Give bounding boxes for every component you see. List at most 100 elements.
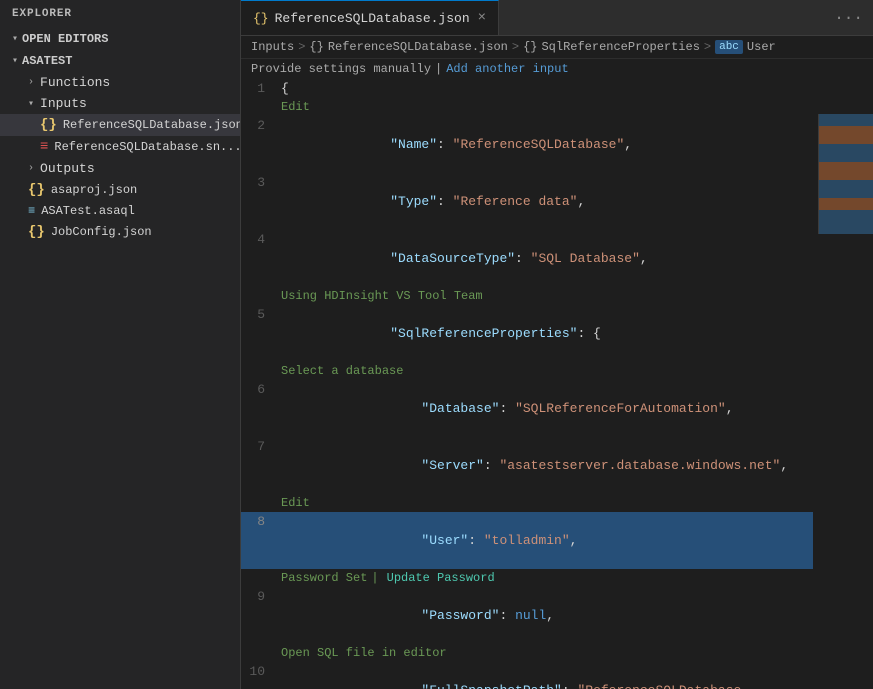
- tab-more-button[interactable]: ···: [824, 9, 873, 27]
- line-num-4: 4: [241, 230, 281, 249]
- sidebar-item-refsqldb-snap[interactable]: ≡ ReferenceSQLDatabase.sn...: [0, 136, 240, 158]
- tab-icon: {}: [253, 11, 269, 26]
- sidebar-item-refsqldb-json[interactable]: {} ReferenceSQLDatabase.json: [0, 114, 240, 136]
- minimap: [818, 114, 873, 234]
- key-Server: "Server": [359, 458, 484, 473]
- sidebar-item-asaproj[interactable]: {} asaproj.json: [0, 179, 240, 201]
- functions-chevron: ›: [28, 77, 34, 88]
- add-another-input-link[interactable]: Add another input: [446, 62, 568, 76]
- tab-bar: {} ReferenceSQLDatabase.json × ···: [241, 0, 873, 36]
- annotation-hdinsight: Using HDInsight VS Tool Team: [241, 287, 813, 305]
- code-line-10: 10 "FullSnapshotPath": "ReferenceSQLData…: [241, 662, 813, 689]
- sidebar-item-jobconfig[interactable]: {} JobConfig.json: [0, 221, 240, 243]
- val-User: "tolladmin": [484, 533, 570, 548]
- inputs-chevron: ▾: [28, 98, 34, 110]
- code-line-9: 9 "Password": null,: [241, 587, 813, 644]
- colon-brace-5: : {: [577, 326, 600, 341]
- jobconfig-json-icon: {}: [28, 224, 45, 240]
- functions-label: Functions: [40, 75, 110, 90]
- line-num-5: 5: [241, 305, 281, 324]
- val-Type: "Reference data": [453, 194, 578, 209]
- refsqldb-snap-label: ReferenceSQLDatabase.sn...: [54, 140, 240, 154]
- comma-9: ,: [546, 608, 554, 623]
- asatest-section[interactable]: ▾ ASATEST: [0, 50, 240, 72]
- sidebar-item-functions[interactable]: › Functions: [0, 72, 240, 93]
- annotation-select-db: Select a database: [241, 362, 813, 380]
- line-num-2: 2: [241, 116, 281, 135]
- sidebar-item-asaql[interactable]: ≡ ASATest.asaql: [0, 201, 240, 221]
- comma-8: ,: [570, 533, 578, 548]
- inline-actions-bar: Provide settings manually | Add another …: [241, 59, 873, 79]
- line-num-6: 6: [241, 380, 281, 399]
- bc-icon1: {}: [309, 40, 323, 54]
- inline-action-text: Provide settings manually: [251, 62, 431, 76]
- bc-sep1: >: [298, 40, 305, 54]
- annotation-hdinsight-text: Using HDInsight VS Tool Team: [281, 287, 483, 305]
- line-content-5: "SqlReferenceProperties": {: [281, 305, 813, 362]
- key-Password: "Password": [359, 608, 499, 623]
- tab-close-button[interactable]: ×: [478, 10, 486, 26]
- sidebar-item-inputs[interactable]: ▾ Inputs: [0, 93, 240, 114]
- json-icon: {}: [40, 117, 57, 133]
- bc-inputs: Inputs: [251, 40, 294, 54]
- comma-6: ,: [726, 401, 734, 416]
- bc-sep2: >: [512, 40, 519, 54]
- update-password-link[interactable]: Update Password: [387, 569, 495, 587]
- line-num-9: 9: [241, 587, 281, 606]
- editor[interactable]: 1 { Edit 2 "Name": "ReferenceSQLDatabase…: [241, 79, 873, 689]
- asaproj-label: asaproj.json: [51, 183, 137, 197]
- line-num-1: 1: [241, 79, 281, 98]
- colon-10: :: [562, 683, 578, 689]
- bc-icon3: abc: [715, 40, 743, 54]
- val-Server: "asatestserver.database.windows.net": [499, 458, 780, 473]
- code-line-8: 8 "User": "tolladmin",: [241, 512, 813, 569]
- key-SqlReferenceProperties: "SqlReferenceProperties": [359, 326, 577, 341]
- line-num-8: 8: [241, 512, 281, 531]
- tab-refsqldb[interactable]: {} ReferenceSQLDatabase.json ×: [241, 0, 499, 35]
- colon-2: :: [437, 137, 453, 152]
- sidebar-item-outputs[interactable]: › Outputs: [0, 158, 240, 179]
- key-User: "User": [359, 533, 468, 548]
- line-content-3: "Type": "Reference data",: [281, 173, 813, 230]
- val-Password: null: [515, 608, 546, 623]
- outputs-label: Outputs: [40, 161, 95, 176]
- val-Name: "ReferenceSQLDatabase": [453, 137, 625, 152]
- val-FullSnapshotPath: "ReferenceSQLDatabase.: [577, 683, 749, 689]
- asaql-icon: ≡: [28, 204, 35, 218]
- inputs-label: Inputs: [40, 96, 87, 111]
- line-content-2: "Name": "ReferenceSQLDatabase",: [281, 116, 813, 173]
- line-num-10: 10: [241, 662, 281, 681]
- colon-9: :: [499, 608, 515, 623]
- code-line-1: 1 {: [241, 79, 813, 98]
- sidebar: EXPLORER ▾ OPEN EDITORS ▾ ASATEST › Func…: [0, 0, 241, 689]
- annotation-password-text: Password Set: [281, 569, 367, 587]
- comma-2: ,: [624, 137, 632, 152]
- key-Type: "Type": [359, 194, 437, 209]
- open-editors-label: OPEN EDITORS: [22, 32, 108, 46]
- asaql-label: ASATest.asaql: [41, 204, 135, 218]
- refsqldb-json-label: ReferenceSQLDatabase.json: [63, 118, 240, 132]
- colon-6: :: [499, 401, 515, 416]
- line-content-10: "FullSnapshotPath": "ReferenceSQLDatabas…: [281, 662, 813, 689]
- colon-8: :: [468, 533, 484, 548]
- bc-property: SqlReferenceProperties: [541, 40, 699, 54]
- annotation-open-sql: Open SQL file in editor: [241, 644, 813, 662]
- asatest-chevron: ▾: [12, 55, 18, 67]
- comma-7: ,: [780, 458, 788, 473]
- code-line-2: 2 "Name": "ReferenceSQLDatabase",: [241, 116, 813, 173]
- breadcrumb: Inputs > {} ReferenceSQLDatabase.json > …: [241, 36, 873, 59]
- open-editors-section[interactable]: ▾ OPEN EDITORS: [0, 28, 240, 50]
- key-DataSourceType: "DataSourceType": [359, 251, 515, 266]
- ann-sep: |: [371, 569, 378, 587]
- explorer-header: EXPLORER: [0, 0, 240, 28]
- code-line-4: 4 "DataSourceType": "SQL Database",: [241, 230, 813, 287]
- key-Database: "Database": [359, 401, 499, 416]
- open-editors-chevron: ▾: [12, 33, 18, 45]
- inline-action-sep: |: [435, 62, 442, 76]
- snap-icon: ≡: [40, 139, 48, 155]
- annotation-edit-text-2: Edit: [281, 494, 310, 512]
- line-content-1: {: [281, 79, 813, 98]
- code-line-7: 7 "Server": "asatestserver.database.wind…: [241, 437, 813, 494]
- annotation-edit-text-1: Edit: [281, 98, 310, 116]
- outputs-chevron: ›: [28, 163, 34, 174]
